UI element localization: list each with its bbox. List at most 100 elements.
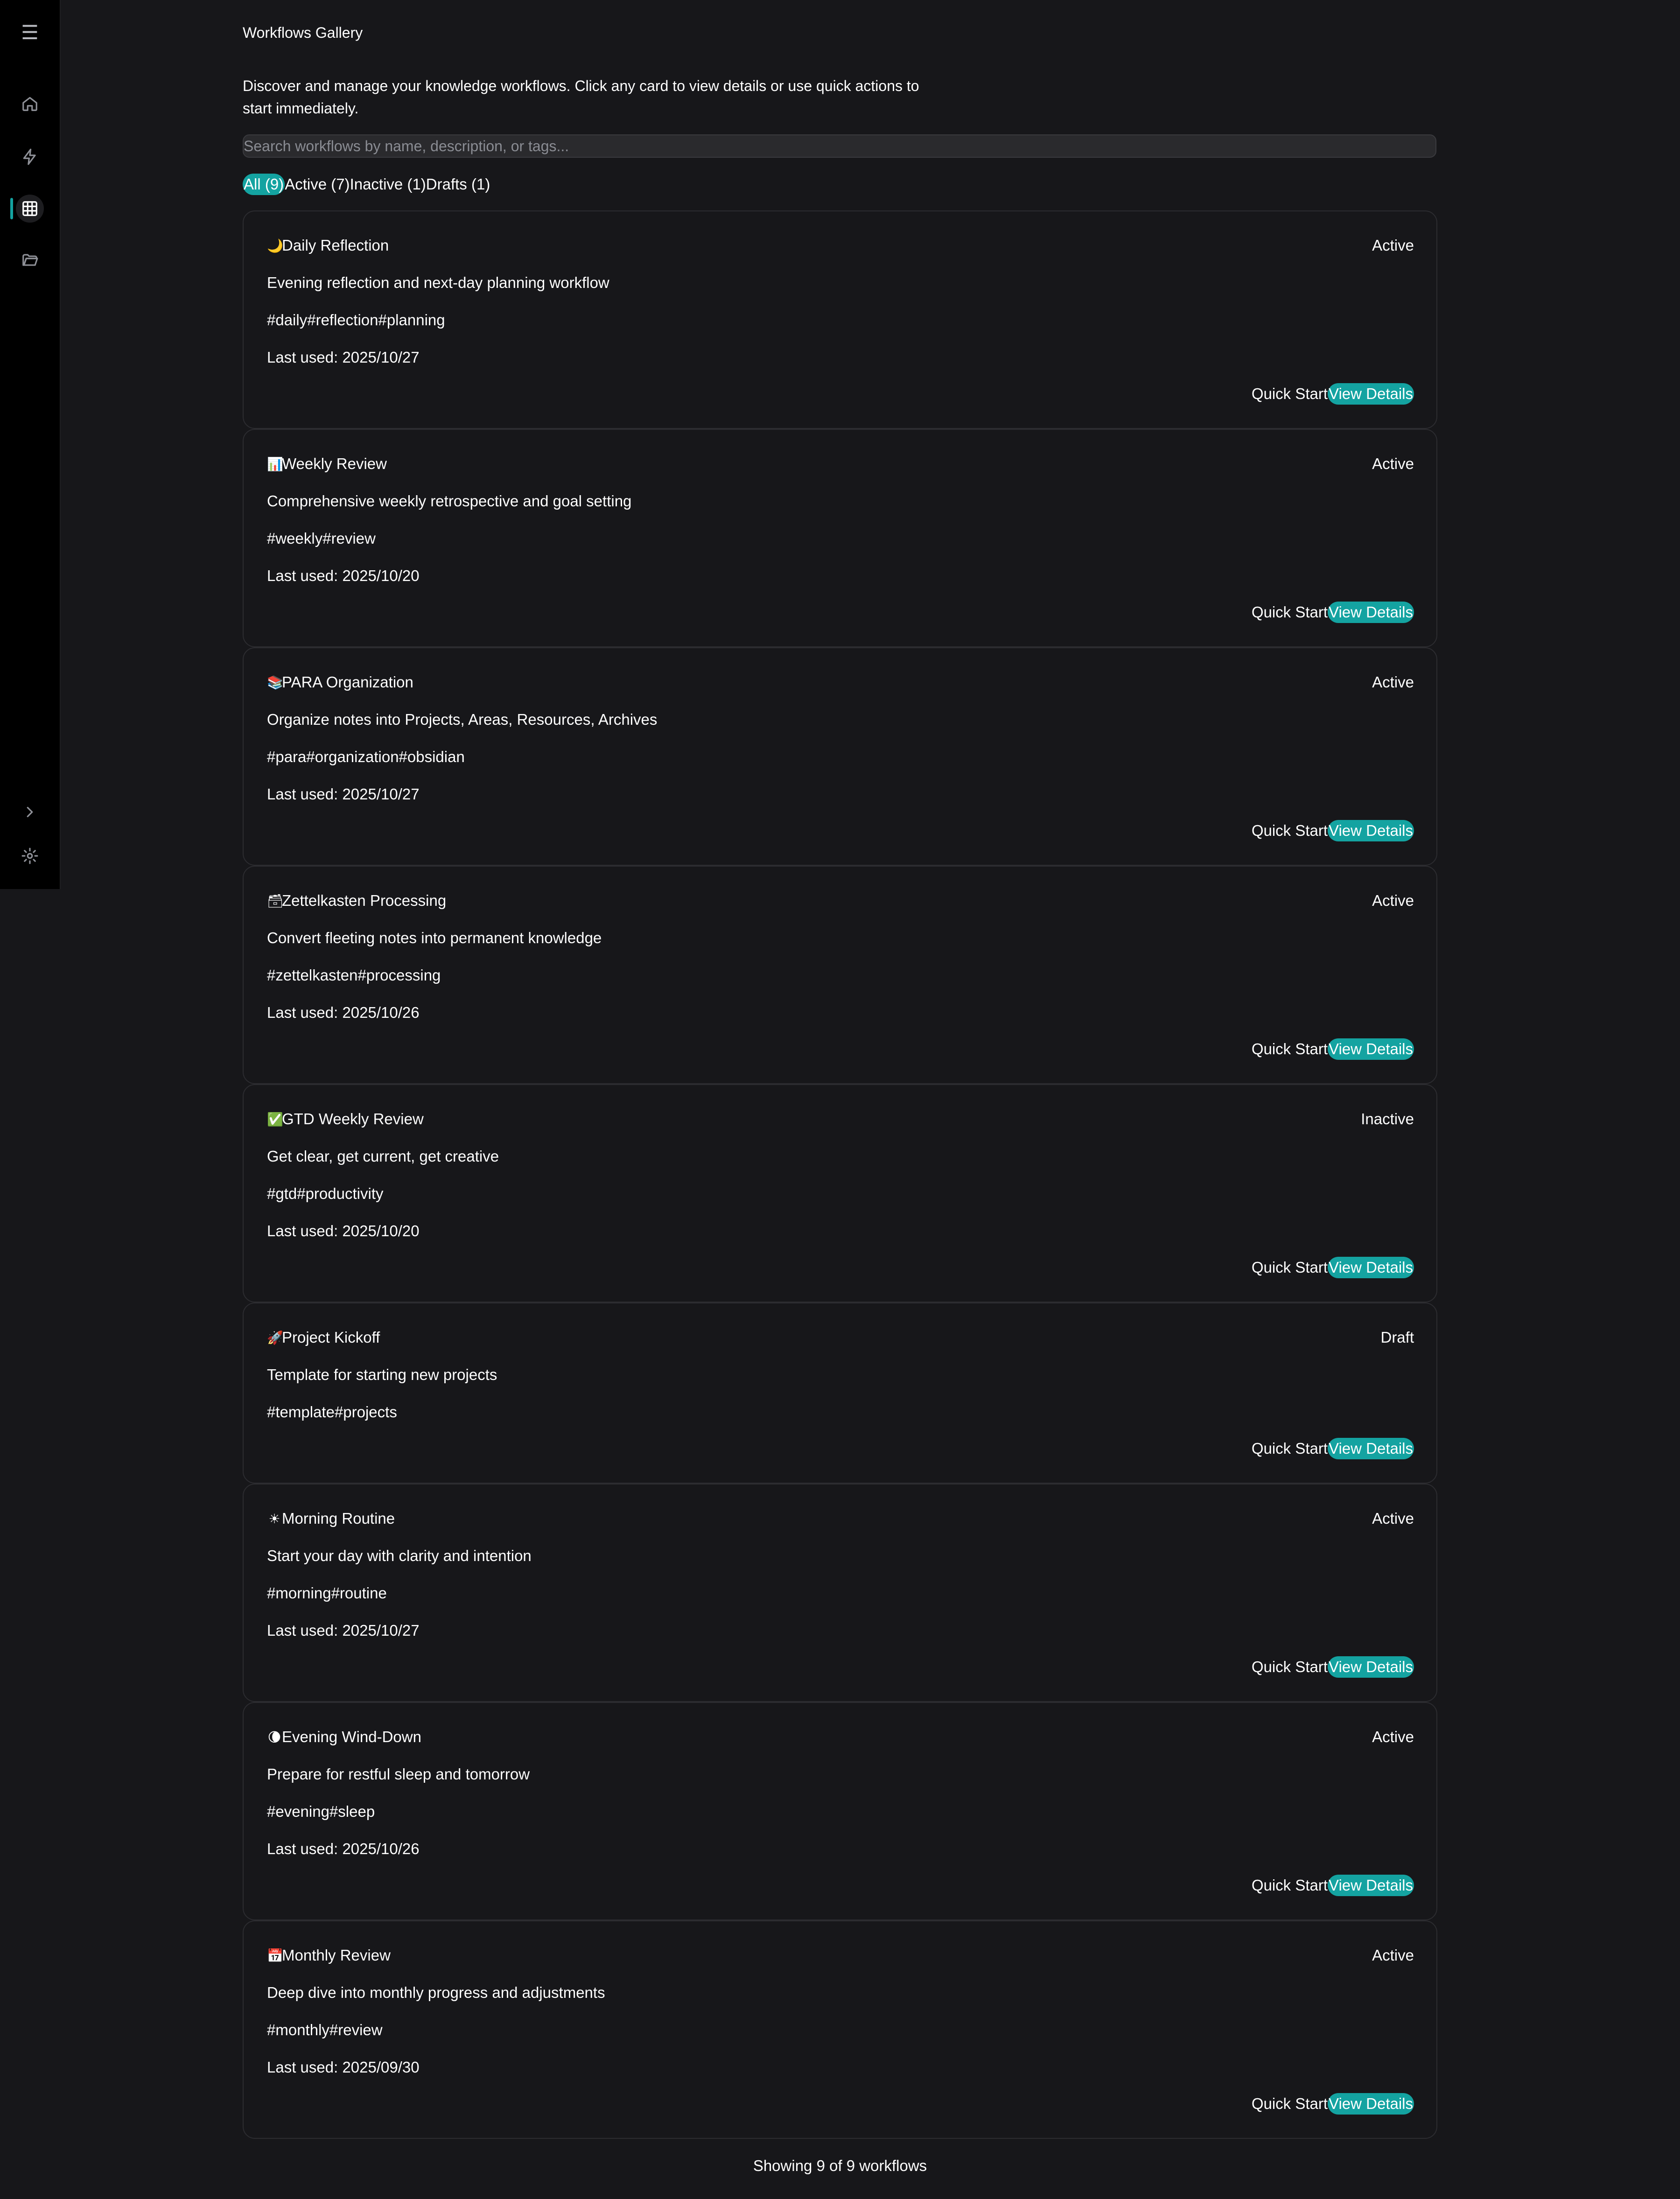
workflow-card[interactable]: ☀ Morning Routine Active Start your day w… — [243, 1484, 1437, 1702]
card-tags: #template#projects — [267, 1403, 397, 1421]
quick-start-button[interactable]: Quick Start — [1252, 822, 1328, 840]
card-name: Evening Wind-Down — [282, 1728, 421, 1745]
quick-start-button[interactable]: Quick Start — [1252, 2095, 1328, 2113]
books-icon: 📚 — [267, 674, 283, 690]
workflow-card[interactable]: 📅 Monthly Review Active Deep dive into mo… — [243, 1920, 1437, 2139]
card-name: Project Kickoff — [282, 1329, 380, 1346]
quick-start-button[interactable]: Quick Start — [1252, 385, 1328, 403]
lightning-icon[interactable] — [16, 143, 44, 171]
workflow-card[interactable]: 🌘 Evening Wind-Down Active Prepare for re… — [243, 1702, 1437, 1920]
card-description: Prepare for restful sleep and tomorrow — [267, 1765, 530, 1783]
view-details-button[interactable]: View Details — [1328, 2093, 1414, 2115]
view-details-button[interactable]: View Details — [1328, 820, 1414, 841]
filter-inactive[interactable]: Inactive (1) — [350, 174, 426, 195]
card-name: Zettelkasten Processing — [282, 892, 447, 909]
workflow-card[interactable]: 📊 Weekly Review Active Comprehensive week… — [243, 429, 1437, 647]
status-badge: Active — [1372, 1947, 1414, 1964]
card-description: Convert fleeting notes into permanent kn… — [267, 929, 602, 946]
card-name: PARA Organization — [282, 673, 413, 691]
status-badge: Active — [1372, 455, 1414, 472]
rocket-icon: 🚀 — [267, 1330, 283, 1345]
quick-start-button[interactable]: Quick Start — [1252, 1877, 1328, 1894]
workflow-card[interactable]: 🗃 Zettelkasten Processing Active Convert … — [243, 866, 1437, 1084]
quick-start-button[interactable]: Quick Start — [1252, 1040, 1328, 1058]
quick-start-button[interactable]: Quick Start — [1252, 1440, 1328, 1457]
quick-start-button[interactable]: Quick Start — [1252, 1658, 1328, 1676]
card-tags: #para#organization#obsidian — [267, 748, 465, 765]
card-last-used: Last used: 2025/10/27 — [267, 349, 420, 366]
status-badge: Active — [1372, 892, 1414, 909]
status-badge: Active — [1372, 673, 1414, 691]
sun-icon: ☀ — [268, 1511, 280, 1527]
view-details-button[interactable]: View Details — [1328, 1875, 1414, 1896]
card-last-used: Last used: 2025/10/26 — [267, 1840, 420, 1857]
card-actions: Quick Start View Details — [1252, 1875, 1414, 1896]
card-description: Start your day with clarity and intentio… — [267, 1547, 532, 1564]
card-name: Monthly Review — [282, 1947, 391, 1964]
card-actions: Quick Start View Details — [1252, 1038, 1414, 1060]
card-last-used: Last used: 2025/10/27 — [267, 1622, 420, 1639]
chevron-right-icon[interactable] — [16, 798, 44, 826]
workflow-card[interactable]: 🚀 Project Kickoff Draft Template for star… — [243, 1303, 1437, 1484]
card-title: 🌘 Evening Wind-Down — [267, 1728, 421, 1746]
card-name: Weekly Review — [282, 455, 387, 472]
status-badge: Active — [1372, 1510, 1414, 1527]
card-description: Evening reflection and next-day planning… — [267, 274, 609, 291]
view-details-button[interactable]: View Details — [1328, 1656, 1414, 1678]
card-description: Deep dive into monthly progress and adju… — [267, 1984, 605, 2001]
card-description: Comprehensive weekly retrospective and g… — [267, 492, 632, 510]
card-last-used: Last used: 2025/10/26 — [267, 1004, 420, 1021]
sidebar: ☰ — [0, 0, 61, 889]
status-badge: Inactive — [1361, 1110, 1414, 1128]
view-details-button[interactable]: View Details — [1328, 602, 1414, 623]
view-details-button[interactable]: View Details — [1328, 1438, 1414, 1459]
card-tags: #weekly#review — [267, 530, 376, 547]
card-tags: #gtd#productivity — [267, 1185, 384, 1202]
workflow-card[interactable]: ✅ GTD Weekly Review Inactive Get clear, g… — [243, 1084, 1437, 1303]
card-title: ☀ Morning Routine — [267, 1510, 395, 1527]
view-details-button[interactable]: View Details — [1328, 383, 1414, 405]
card-title: 📚 PARA Organization — [267, 673, 413, 691]
status-badge: Active — [1372, 1728, 1414, 1745]
active-indicator — [10, 198, 13, 219]
card-name: Morning Routine — [282, 1510, 395, 1527]
gear-icon[interactable] — [16, 842, 44, 870]
workflow-card[interactable]: 🌙 Daily Reflection Active Evening reflect… — [243, 210, 1437, 429]
view-details-button[interactable]: View Details — [1328, 1257, 1414, 1278]
card-actions: Quick Start View Details — [1252, 1438, 1414, 1459]
workflow-card[interactable]: 📚 PARA Organization Active Organize notes… — [243, 647, 1437, 866]
card-title: 📊 Weekly Review — [267, 455, 387, 473]
card-title: 🚀 Project Kickoff — [267, 1329, 380, 1346]
card-actions: Quick Start View Details — [1252, 820, 1414, 841]
page-description: Discover and manage your knowledge workf… — [243, 77, 919, 117]
chart-icon: 📊 — [267, 456, 283, 472]
card-name: Daily Reflection — [282, 237, 389, 254]
card-tags: #monthly#review — [267, 2021, 383, 2038]
status-badge: Active — [1372, 237, 1414, 254]
home-icon[interactable] — [16, 90, 44, 118]
status-badge: Draft — [1380, 1329, 1414, 1346]
card-title: ✅ GTD Weekly Review — [267, 1110, 424, 1128]
filter-all[interactable]: All (9) — [243, 174, 285, 195]
card-last-used: Last used: 2025/09/30 — [267, 2059, 420, 2076]
filter-tabs: All (9) Active (7) Inactive (1) Drafts (… — [243, 174, 490, 195]
view-details-button[interactable]: View Details — [1328, 1038, 1414, 1060]
folder-icon[interactable] — [16, 246, 44, 274]
card-last-used: Last used: 2025/10/27 — [267, 785, 420, 803]
grid-icon[interactable] — [16, 195, 44, 223]
search-input[interactable] — [243, 134, 1436, 158]
card-actions: Quick Start View Details — [1252, 2093, 1414, 2115]
quick-start-button[interactable]: Quick Start — [1252, 1259, 1328, 1276]
quick-start-button[interactable]: Quick Start — [1252, 603, 1328, 621]
moon-phase-icon: 🌘 — [267, 1729, 281, 1745]
filter-drafts[interactable]: Drafts (1) — [426, 174, 490, 195]
card-actions: Quick Start View Details — [1252, 1656, 1414, 1678]
card-description: Template for starting new projects — [267, 1366, 497, 1383]
card-actions: Quick Start View Details — [1252, 602, 1414, 623]
card-description: Get clear, get current, get creative — [267, 1148, 499, 1165]
filter-active[interactable]: Active (7) — [285, 174, 350, 195]
card-tags: #daily#reflection#planning — [267, 311, 445, 329]
card-title: 🌙 Daily Reflection — [267, 237, 389, 254]
card-tags: #evening#sleep — [267, 1803, 375, 1820]
menu-icon[interactable]: ☰ — [16, 19, 44, 47]
